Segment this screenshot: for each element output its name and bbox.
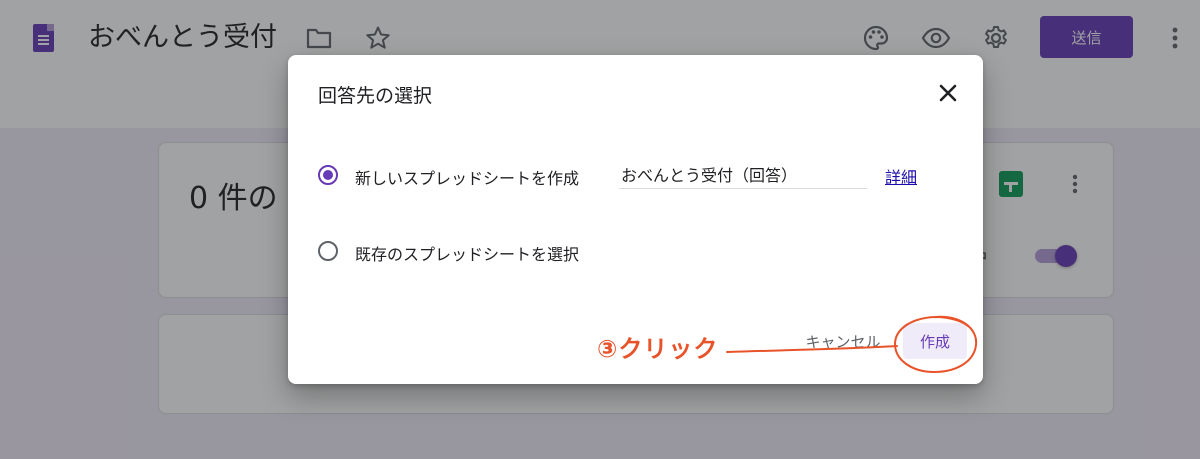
- radio-new-spreadsheet[interactable]: [318, 165, 338, 185]
- details-link[interactable]: 詳細: [885, 164, 917, 188]
- create-button[interactable]: 作成: [903, 323, 967, 359]
- close-icon[interactable]: [930, 75, 966, 111]
- cancel-button[interactable]: キャンセル: [793, 323, 893, 359]
- option-new-label[interactable]: 新しいスプレッドシートを作成: [355, 165, 579, 189]
- spreadsheet-name-input[interactable]: [619, 159, 867, 189]
- radio-existing-spreadsheet[interactable]: [318, 241, 338, 261]
- option-existing-label[interactable]: 既存のスプレッドシートを選択: [355, 241, 579, 265]
- annotation-label: ③クリック: [597, 335, 719, 363]
- dialog-title: 回答先の選択: [318, 85, 433, 107]
